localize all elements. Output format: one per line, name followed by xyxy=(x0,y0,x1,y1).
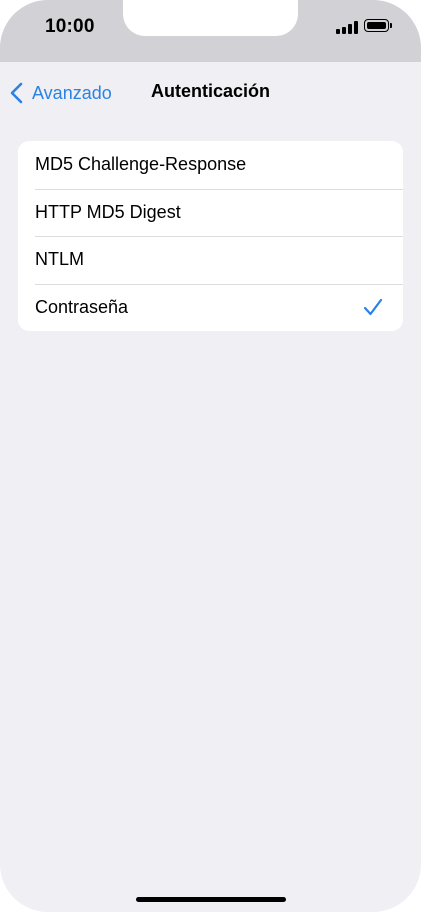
phone-screen: 10:00 Avanzado Autenticación MD5 Challen… xyxy=(0,0,421,912)
navigation-bar: Avanzado Autenticación xyxy=(0,62,421,122)
cellular-signal-icon xyxy=(336,21,358,34)
home-indicator[interactable] xyxy=(136,897,286,902)
battery-icon xyxy=(364,19,389,32)
option-ntlm[interactable]: NTLM xyxy=(18,236,403,284)
battery-tip xyxy=(390,23,392,28)
option-label: Contraseña xyxy=(35,296,129,317)
page-title: Autenticación xyxy=(150,81,270,101)
option-label: NTLM xyxy=(35,249,84,270)
checkmark-icon xyxy=(363,298,383,315)
option-contrasena[interactable]: Contraseña xyxy=(18,283,403,332)
option-md5-challenge-response[interactable]: MD5 Challenge-Response xyxy=(18,141,403,189)
option-label: MD5 Challenge-Response xyxy=(35,154,247,175)
notch xyxy=(123,0,298,36)
status-time: 10:00 xyxy=(45,16,95,37)
option-http-md5-digest[interactable]: HTTP MD5 Digest xyxy=(18,188,403,237)
option-label: HTTP MD5 Digest xyxy=(35,201,181,222)
authentication-options-list: MD5 Challenge-Response HTTP MD5 Digest N… xyxy=(18,141,403,331)
